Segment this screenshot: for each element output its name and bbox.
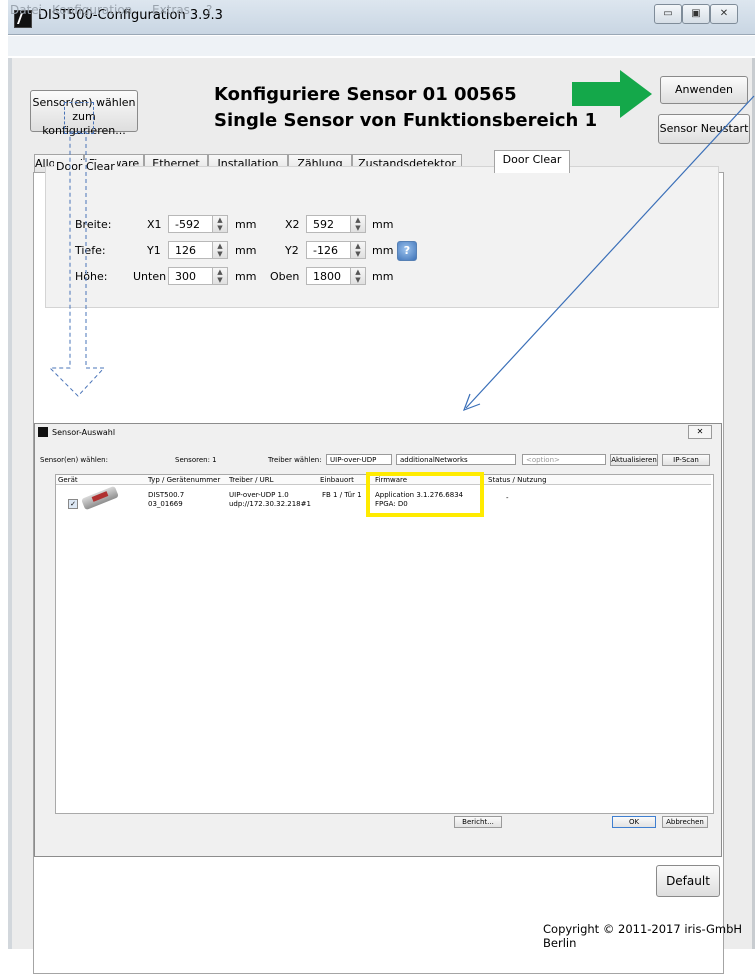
default-button[interactable]: Default <box>656 865 720 897</box>
copyright-text: Copyright © 2011-2017 iris-GmbH Berlin <box>543 922 743 950</box>
dashed-down-arrow-icon <box>48 131 106 397</box>
green-arrow-icon <box>572 70 652 118</box>
annotation-overlay <box>48 70 755 412</box>
blue-pointer-line <box>465 95 755 409</box>
tab-door-clear[interactable]: Door Clear <box>494 150 570 173</box>
